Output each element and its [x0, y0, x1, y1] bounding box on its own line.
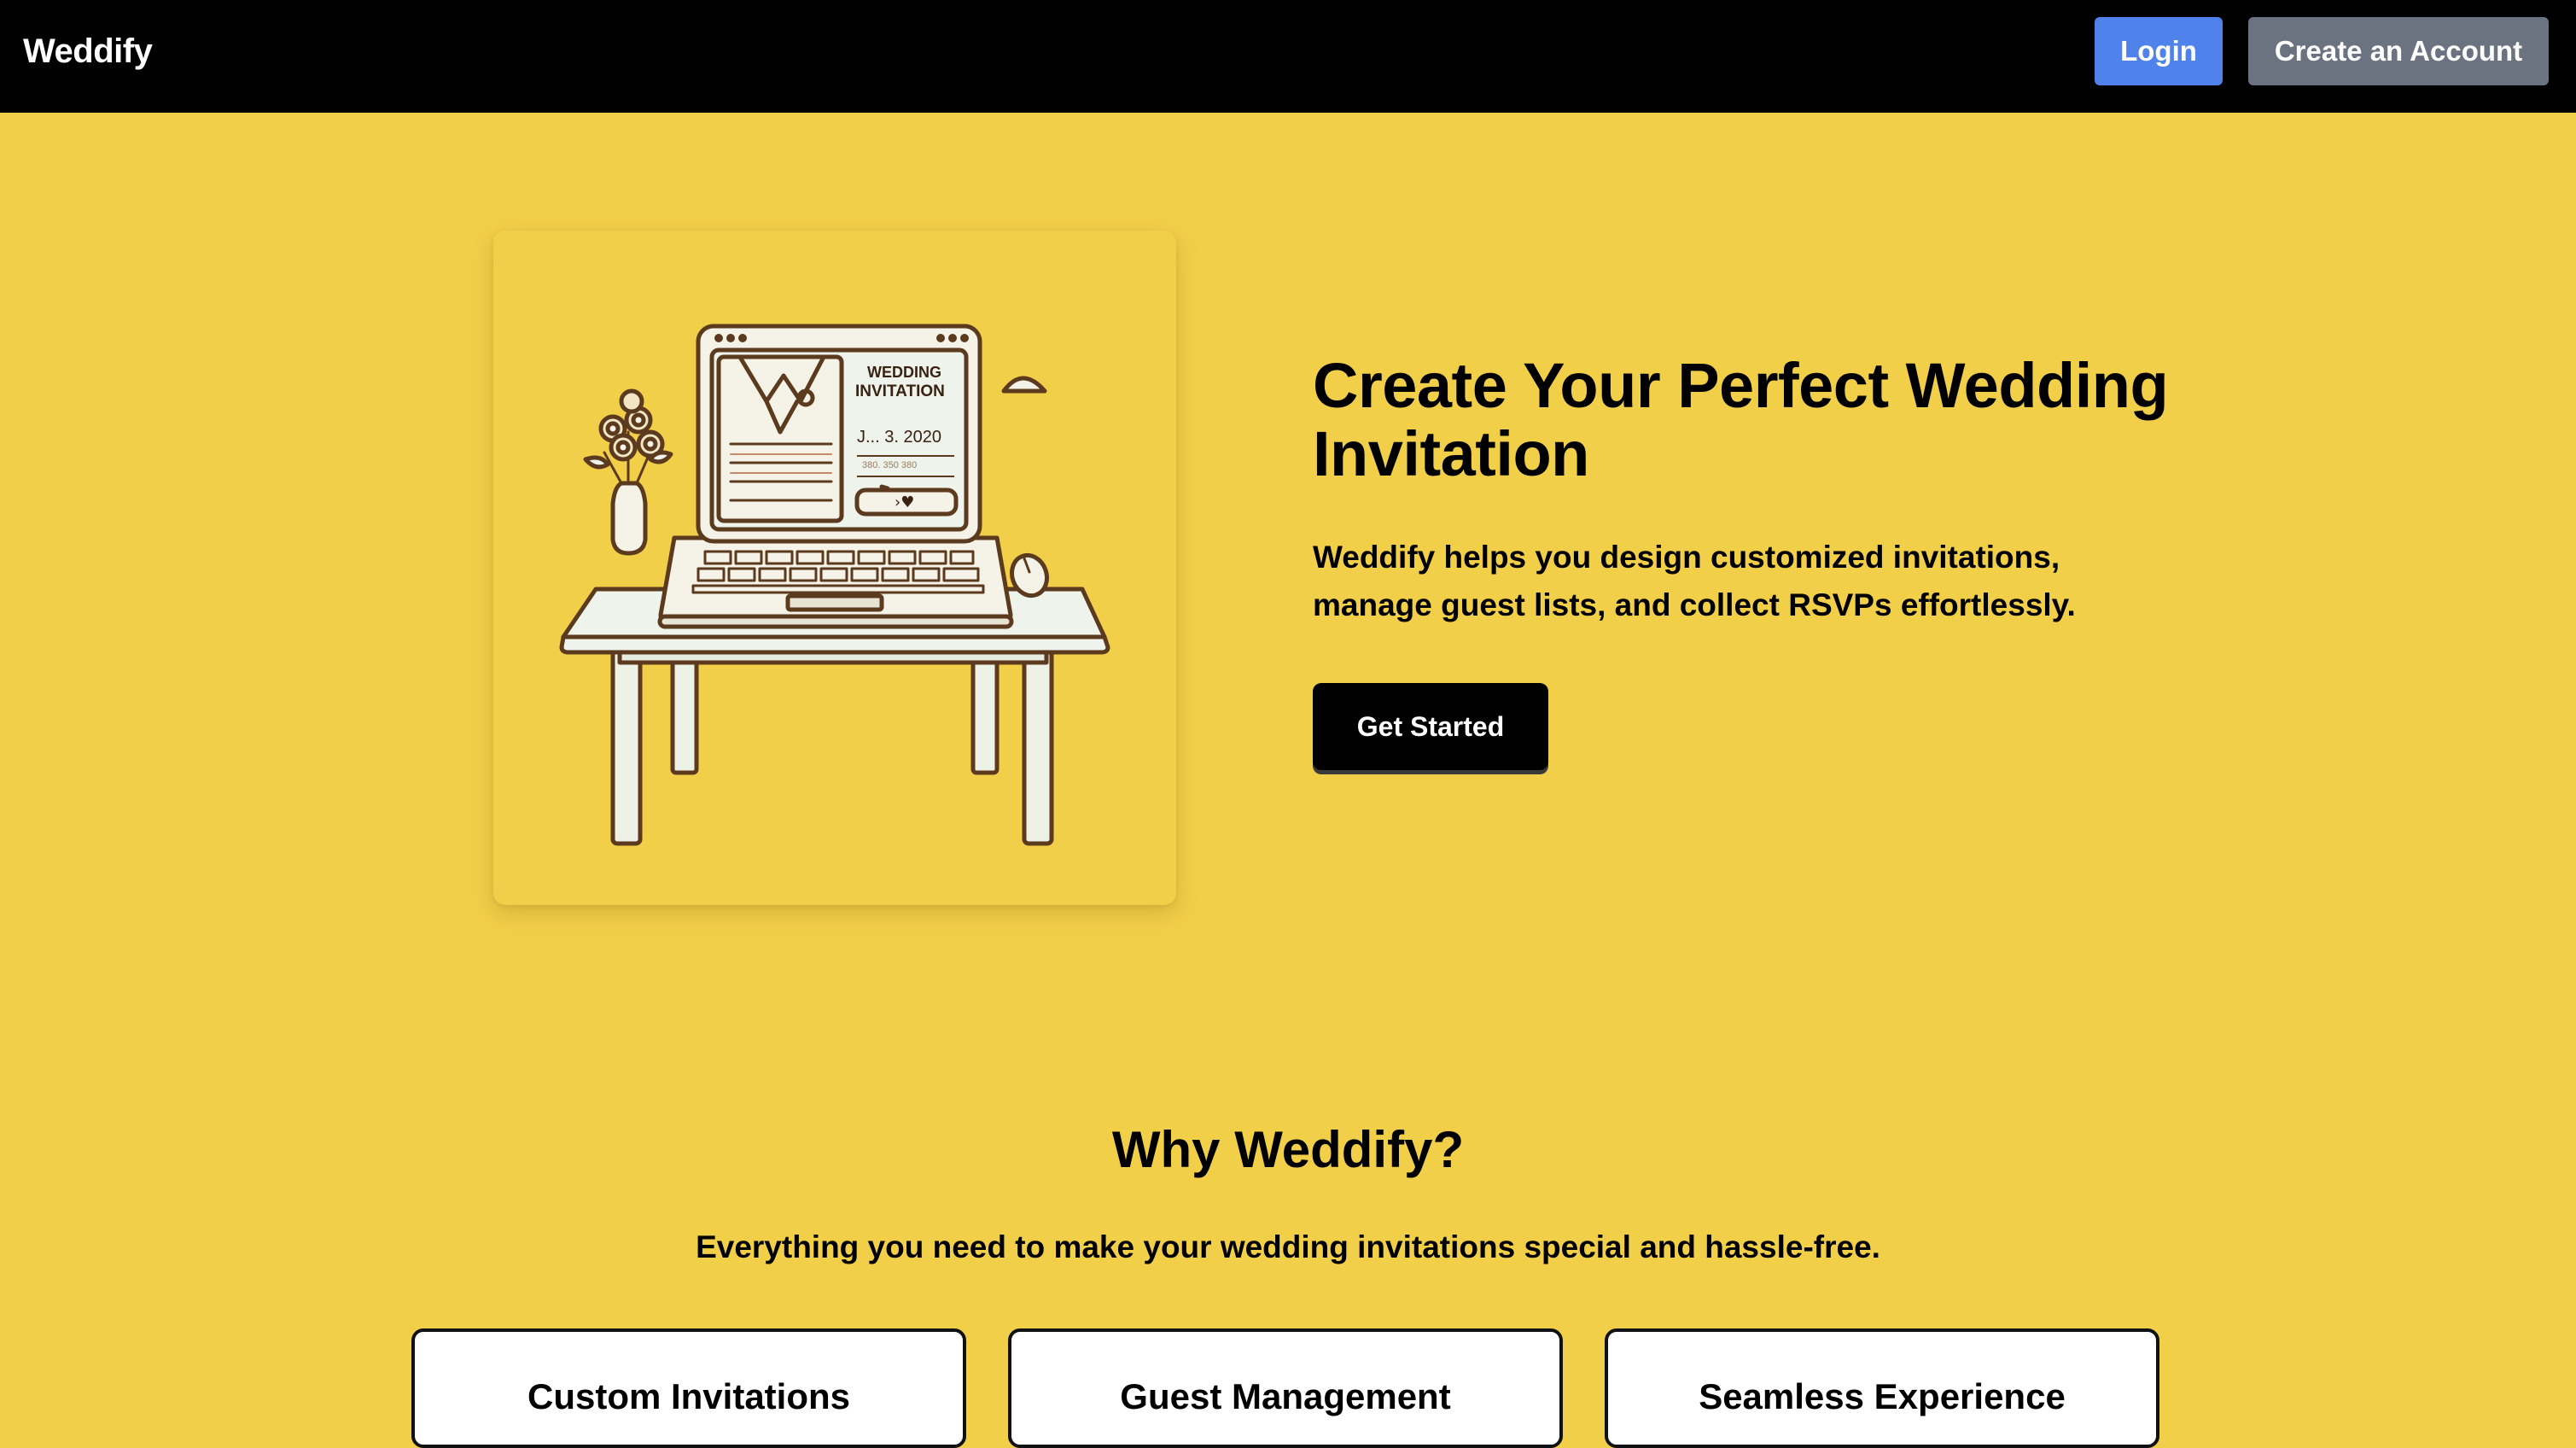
feature-card-title: Seamless Experience [1699, 1376, 2066, 1416]
top-nav-bar: Weddify Login Create an Account [0, 0, 2576, 113]
feature-card-guest-management: Guest Management [1008, 1328, 1563, 1448]
invitation-rsvp-button: ›♥ [895, 493, 914, 511]
feature-card-custom-invitations: Custom Invitations [411, 1328, 966, 1448]
invitation-date: J... 3. 2020 [857, 428, 941, 447]
create-account-button[interactable]: Create an Account [2248, 17, 2549, 85]
why-section-title: Why Weddify? [1111, 1121, 1465, 1178]
brand-logo[interactable]: Weddify [23, 32, 153, 71]
invitation-heading-2: INVITATION [855, 382, 945, 400]
feature-card-title: Custom Invitations [527, 1376, 851, 1416]
hero-illustration-card: WEDDING INVITATION J... 3. 2020 380. 350… [493, 231, 1176, 905]
invitation-heading-1: WEDDING [867, 364, 941, 381]
hero-title: Create Your Perfect Wedding Invitation [1313, 350, 2169, 489]
feature-card-seamless-experience: Seamless Experience [1605, 1328, 2159, 1448]
desk-laptop-illustration: WEDDING INVITATION J... 3. 2020 380. 350… [559, 324, 1110, 846]
why-section-subtitle: Everything you need to make your wedding… [696, 1229, 1880, 1264]
invitation-small-text: 380. 350 380 [862, 460, 917, 470]
get-started-button[interactable]: Get Started [1313, 683, 1548, 770]
feature-card-title: Guest Management [1120, 1376, 1451, 1416]
hero-description: Weddify helps you design customized invi… [1313, 540, 2076, 622]
login-button[interactable]: Login [2095, 17, 2223, 85]
